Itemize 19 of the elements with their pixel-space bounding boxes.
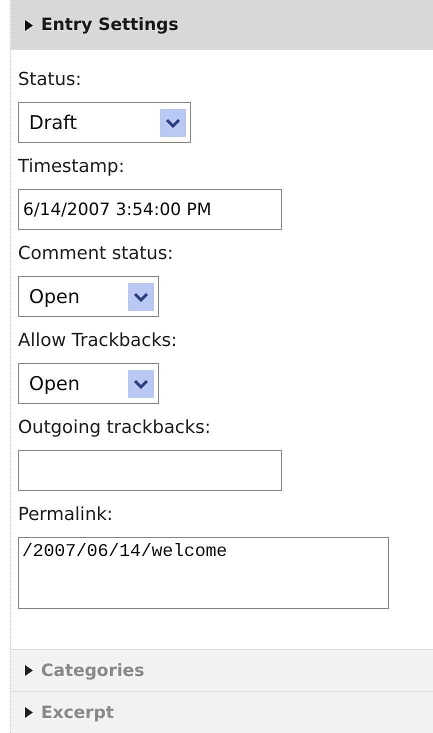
field-label: Outgoing trackbacks: — [18, 417, 212, 440]
section-header[interactable]: Entry Settings — [11, 0, 433, 50]
chevron-down-icon — [128, 282, 154, 311]
caret-icon — [25, 20, 33, 31]
chevron-down-icon — [128, 370, 154, 398]
field-label: Status: — [18, 69, 82, 92]
text-field[interactable]: 6/14/2007 3:54:00 PM — [18, 189, 282, 230]
field-label: Timestamp: — [18, 156, 126, 178]
text-field[interactable] — [18, 450, 282, 492]
field-label: Comment status: — [18, 243, 174, 266]
caret-icon — [25, 665, 33, 676]
status-dropdown[interactable]: Draft — [18, 102, 191, 144]
permalink-field[interactable]: /2007/06/14/welcome — [18, 537, 389, 610]
field-label: Permalink: — [18, 504, 114, 526]
caret-icon — [25, 707, 33, 718]
status-dropdown[interactable]: Open — [18, 363, 159, 404]
chevron-down-icon — [160, 108, 186, 137]
field-label: Allow Trackbacks: — [18, 330, 178, 352]
status-dropdown[interactable]: Open — [18, 276, 159, 318]
